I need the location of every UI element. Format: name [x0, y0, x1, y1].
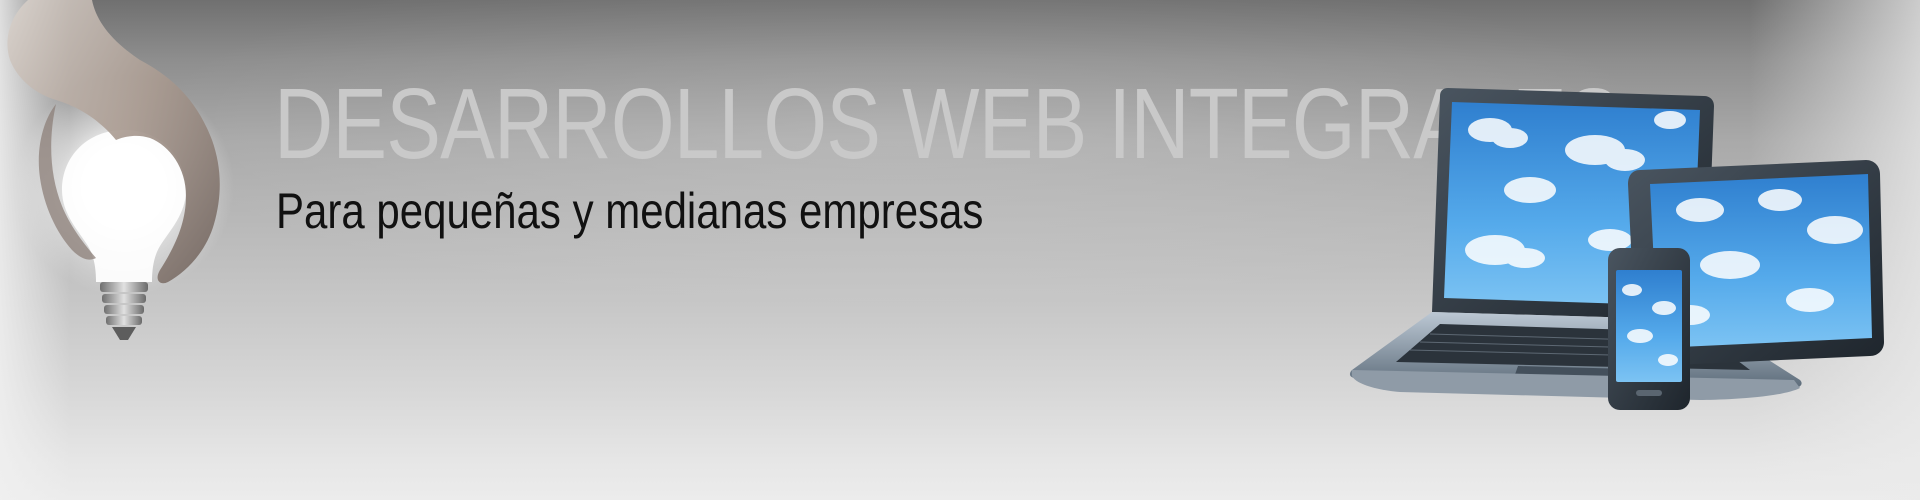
devices-icon [1349, 88, 1884, 410]
hero-banner: DESARROLLOS WEB INTEGRALES Para pequeñas… [0, 0, 1920, 500]
lightbulb-hand-icon [7, 0, 234, 340]
smartphone-icon [1608, 248, 1690, 410]
bulb-base [100, 282, 148, 340]
subheadline: Para pequeñas y medianas empresas [276, 183, 984, 239]
